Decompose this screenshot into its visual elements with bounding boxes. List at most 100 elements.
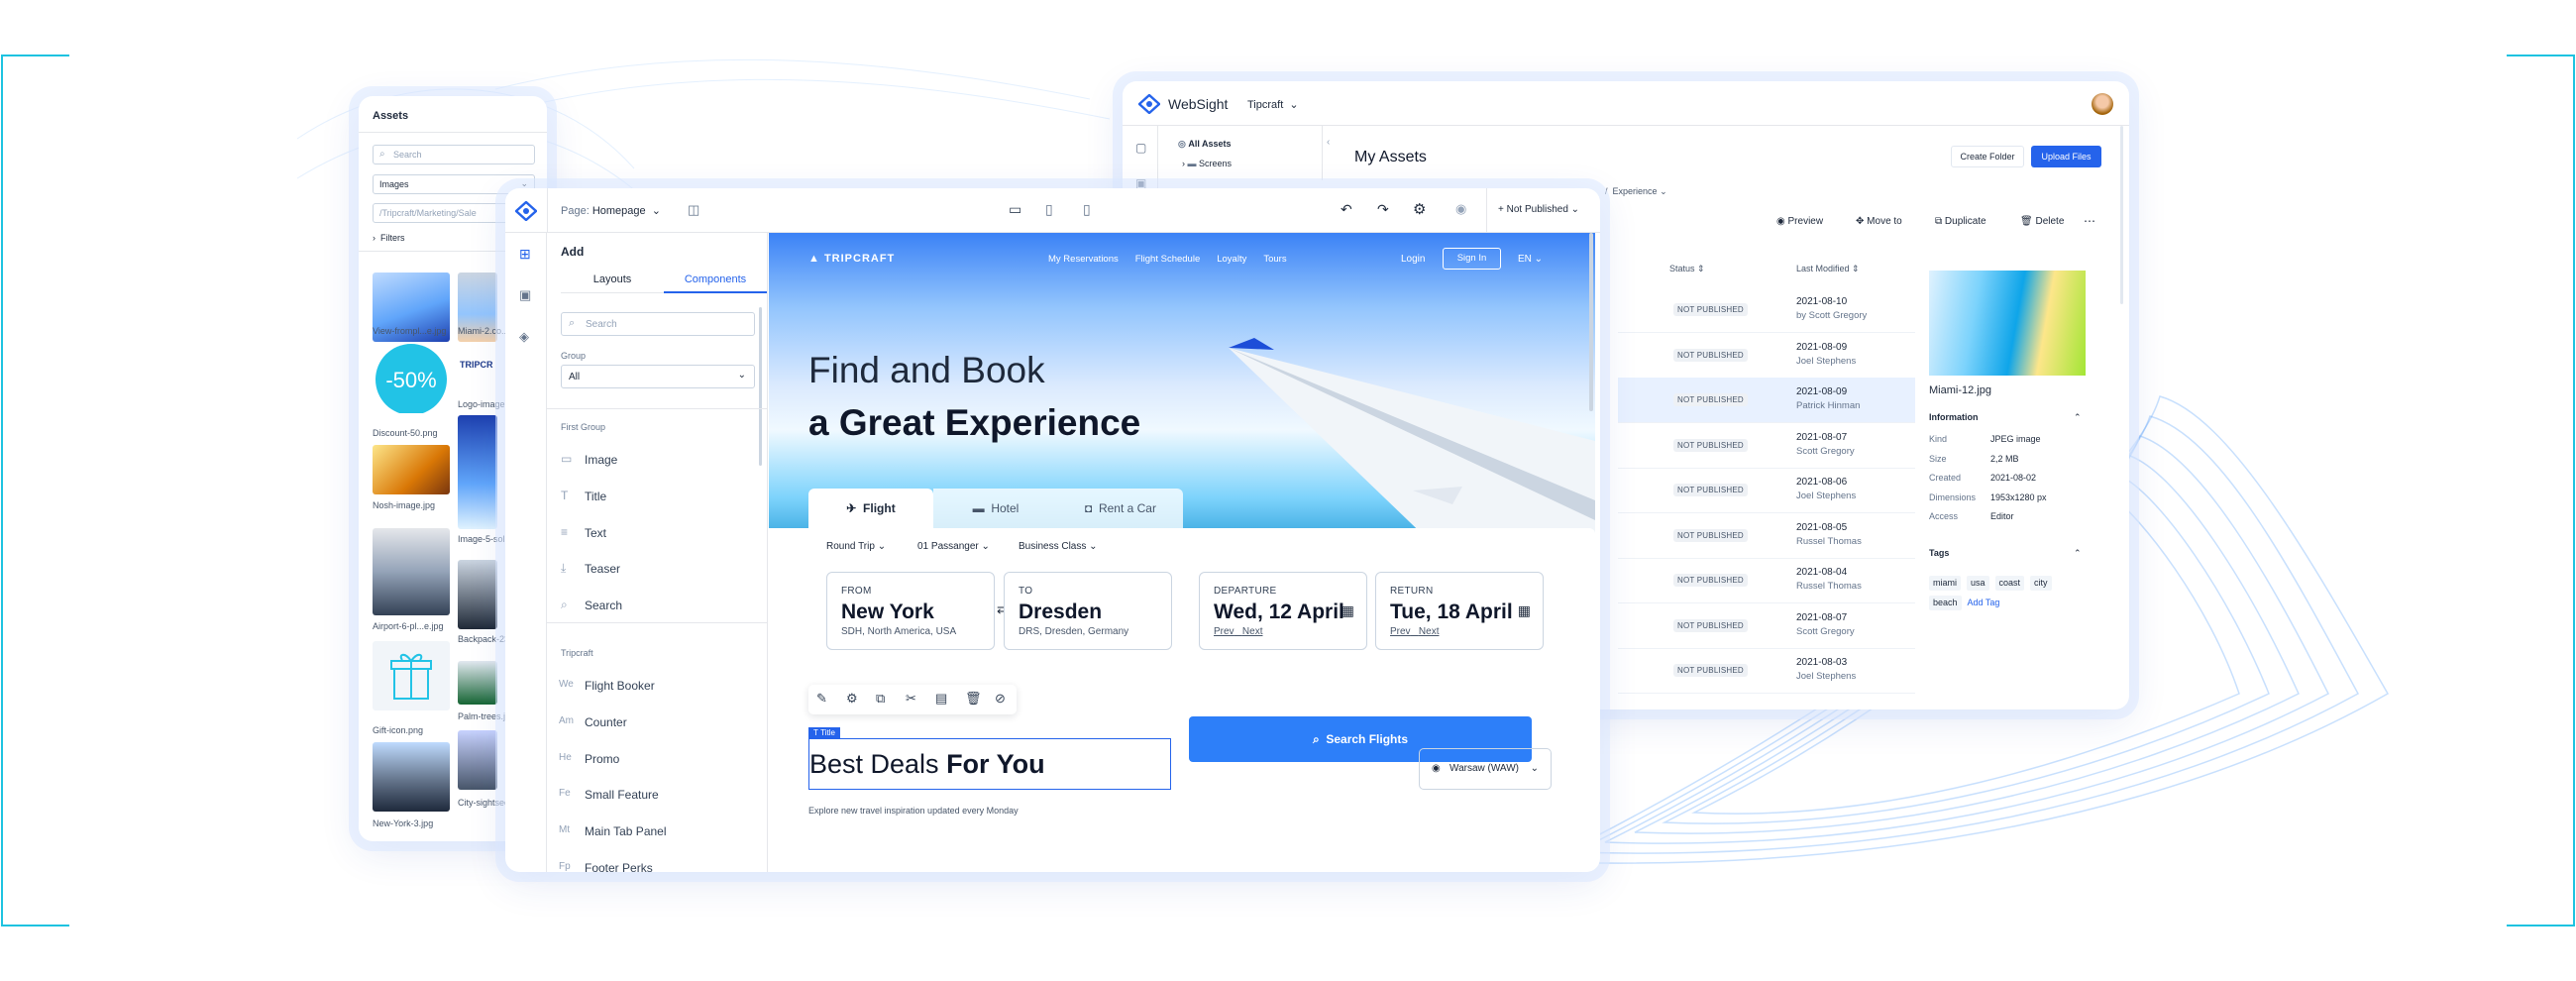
preview-eye-icon[interactable]: ◉ [1455,201,1466,217]
table-row[interactable]: NOT PUBLISHED 2021-08-03 Joel Stephens [1618,648,1915,694]
edit-icon[interactable]: ✎ [816,691,827,707]
table-row[interactable]: NOT PUBLISHED 2021-08-09 Joel Stephens [1618,333,1915,379]
websight-logo-icon[interactable] [515,201,537,221]
prev-link[interactable]: Prev [1214,626,1234,637]
component-item[interactable]: Fe Small Feature [547,781,767,811]
table-row[interactable]: NOT PUBLISHED 2021-08-05 Russel Thomas [1618,513,1915,559]
desktop-view-icon[interactable]: ▭ [1009,201,1021,218]
redo-icon[interactable]: ↷ [1377,201,1389,218]
asset-thumb-gift[interactable] [373,641,450,710]
chevron-up-icon[interactable]: ⌃ [2074,412,2082,423]
site-logo[interactable]: ▲ TRIPCRAFT [808,253,895,265]
settings-icon[interactable]: ⚙ [1413,200,1426,218]
image-icon[interactable]: ▣ [519,287,531,303]
prev-link[interactable]: Prev [1390,626,1411,637]
location-dropdown[interactable]: ◉ Warsaw (WAW) ⌄ [1419,748,1552,790]
tag-chip[interactable]: city [2030,576,2052,591]
departure-field[interactable]: DEPARTURE Wed, 12 April ▦ Prev Next [1199,572,1367,650]
component-item[interactable]: Fp Footer Perks [547,854,767,872]
component-item[interactable]: We Flight Booker [547,672,767,702]
tab-flight[interactable]: ✈ Flight [808,489,933,528]
asset-thumb-city[interactable] [458,730,497,790]
asset-thumb-palm[interactable] [458,661,497,705]
asset-thumb-nosh[interactable] [373,445,450,494]
link-icon[interactable]: ⊘ [995,691,1006,707]
asset-thumb-airport[interactable] [373,528,450,615]
publish-status-dropdown[interactable]: + Not Published ⌄ [1498,204,1579,215]
component-item[interactable]: Am Counter [547,708,767,738]
settings-icon[interactable]: ⚙ [846,691,858,707]
move-to-button[interactable]: ✥ Move to [1856,216,1902,227]
upload-files-button[interactable]: Upload Files [2031,146,2101,167]
filters-toggle[interactable]: › Filters [373,233,405,243]
tab-rent-car[interactable]: ◘ Rent a Car [1058,489,1183,528]
delete-button[interactable]: 🗑︎ Delete [2020,216,2064,227]
page-selector[interactable]: Page: Homepage ⌄ [561,204,661,217]
chevron-up-icon[interactable]: ⌃ [2074,548,2082,559]
column-last-modified[interactable]: Last Modified ⇕ [1796,264,1860,274]
file-icon[interactable]: ▢ [1135,141,1146,155]
component-item[interactable]: ▭ Image [547,446,767,476]
duplicate-button[interactable]: ⧉ Duplicate [1935,216,1986,227]
login-link[interactable]: Login [1401,254,1425,265]
tree-item-screens[interactable]: › ▬ Screens [1182,159,1232,168]
site-nav-item[interactable]: Tours [1263,254,1286,265]
mobile-view-icon[interactable]: ▯ [1083,201,1091,218]
more-icon[interactable]: ⋯ [2084,214,2095,228]
component-item[interactable]: T Title [547,483,767,512]
table-row[interactable]: NOT PUBLISHED 2021-08-07 Scott Gregory [1618,603,1915,649]
collapse-icon[interactable]: ‹ [1327,137,1330,148]
table-row[interactable]: NOT PUBLISHED 2021-08-10 by Scott Gregory [1618,287,1915,333]
component-item[interactable]: ≡ Text [547,519,767,549]
tag-chip[interactable]: beach [1929,596,1962,610]
group-select[interactable]: All ⌄ [561,365,755,388]
tablet-view-icon[interactable]: ▯ [1045,201,1053,218]
tab-layouts[interactable]: Layouts [561,273,664,293]
layers-icon[interactable]: ◈ [519,329,529,345]
table-row[interactable]: NOT PUBLISHED 2021-08-06 Joel Stephens [1618,468,1915,513]
tag-chip[interactable]: coast [1994,576,2025,591]
to-field[interactable]: TO Dresden DRS, Dresden, Germany [1004,572,1172,650]
component-item[interactable]: ⌕ Search [547,592,767,621]
add-tag-link[interactable]: Add Tag [1968,598,2000,607]
delete-icon[interactable]: 🗑︎ [965,691,982,707]
assets-search-input[interactable]: ⌕ Search [373,145,535,164]
add-component-icon[interactable]: ⊞ [519,246,531,263]
column-status[interactable]: Status ⇕ [1669,264,1705,274]
site-nav-item[interactable]: My Reservations [1048,254,1119,265]
asset-thumb-plane[interactable] [458,415,497,529]
undo-icon[interactable]: ↶ [1341,201,1352,218]
site-nav-item[interactable]: Flight Schedule [1135,254,1200,265]
class-dropdown[interactable]: Business Class ⌄ [1019,541,1098,552]
table-row[interactable]: NOT PUBLISHED 2021-08-09 Patrick Hinman [1618,378,1915,423]
tree-item-all-assets[interactable]: ◎ All Assets [1178,139,1232,150]
passenger-dropdown[interactable]: 01 Passanger ⌄ [917,541,990,552]
tag-chip[interactable]: miami [1929,576,1961,591]
signin-button[interactable]: Sign In [1443,248,1501,270]
next-link[interactable]: Next [1419,626,1440,637]
tab-components[interactable]: Components [664,273,767,293]
language-selector[interactable]: EN ⌄ [1518,254,1543,265]
copy-icon[interactable]: ⧉ [876,691,885,707]
from-field[interactable]: FROM New York SDH, North America, USA [826,572,995,650]
component-item[interactable]: He Promo [547,745,767,775]
layout-toggle-icon[interactable]: ◫ [688,202,699,218]
project-selector[interactable]: Tipcraft ⌄ [1247,98,1299,111]
asset-thumb-newyork[interactable] [373,742,450,812]
asset-thumb-discount[interactable]: -50% [373,344,450,413]
table-row[interactable]: NOT PUBLISHED 2021-08-04 Russel Thomas [1618,558,1915,603]
breadcrumb-current[interactable]: Experience [1613,186,1658,196]
next-link[interactable]: Next [1242,626,1263,637]
component-search-input[interactable]: ⌕ Search [561,312,755,336]
tag-chip[interactable]: usa [1967,576,1989,591]
table-row[interactable]: NOT PUBLISHED 2021-08-07 Scott Gregory [1618,423,1915,469]
cut-icon[interactable]: ✂ [906,691,916,707]
avatar[interactable] [2092,93,2113,115]
site-nav-item[interactable]: Loyalty [1217,254,1246,265]
preview-button[interactable]: ◉ Preview [1776,216,1823,227]
tab-hotel[interactable]: ▬ Hotel [933,489,1058,528]
create-folder-button[interactable]: Create Folder [1951,146,2024,167]
paste-icon[interactable]: ▤ [935,691,947,707]
return-field[interactable]: RETURN Tue, 18 April ▦ Prev Next [1375,572,1544,650]
component-item[interactable]: ⤓ Teaser [547,555,767,585]
